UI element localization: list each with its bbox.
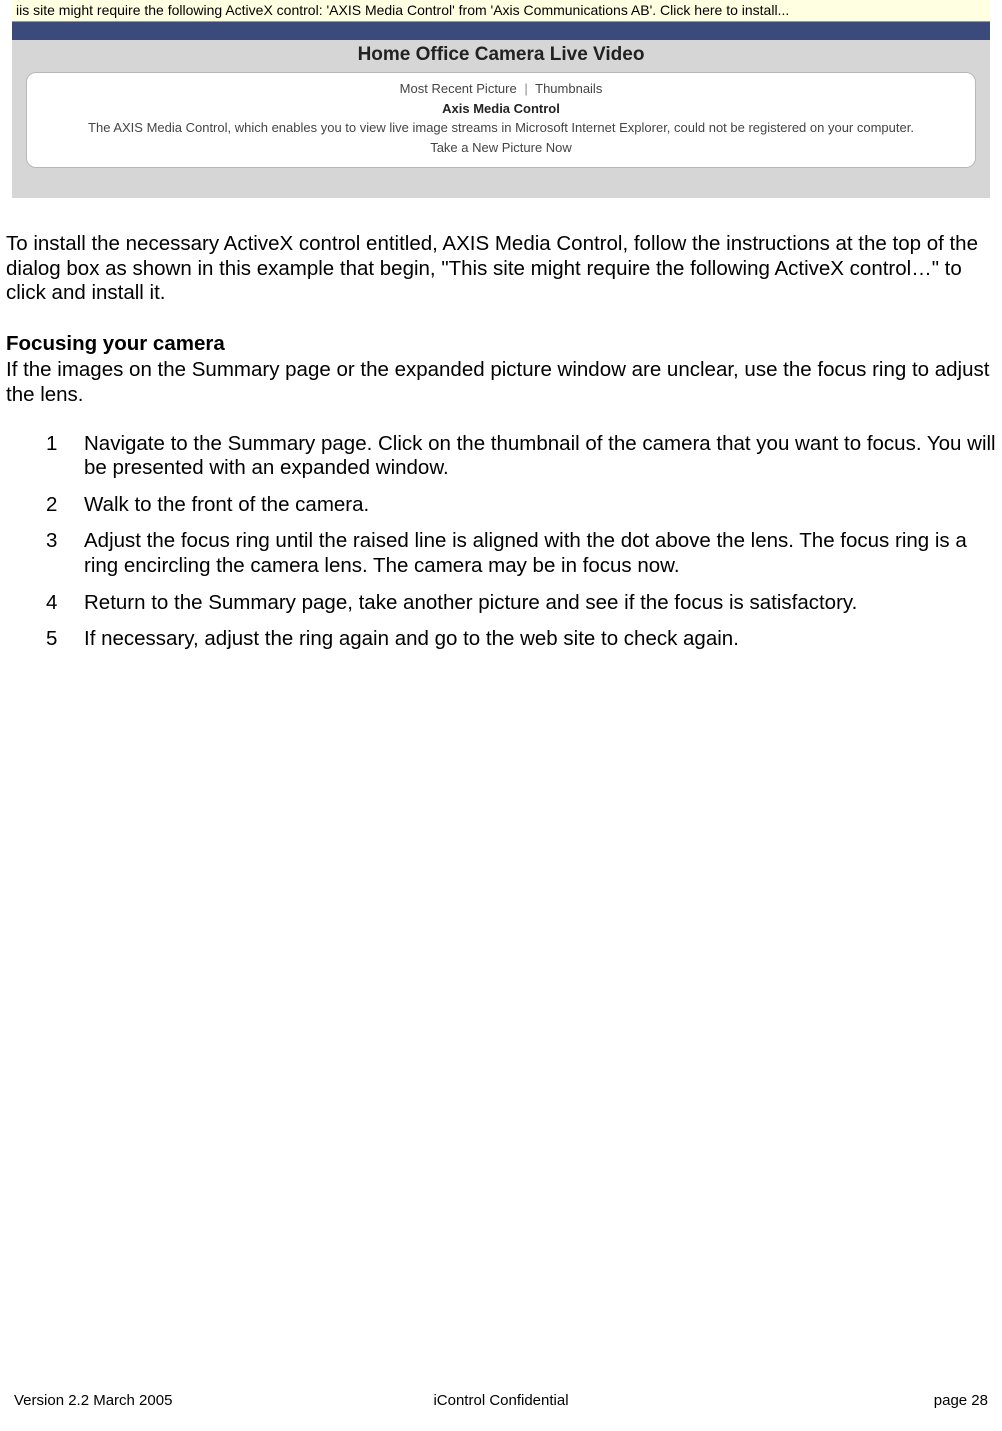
error-message: The AXIS Media Control, which enables yo… [47,118,955,138]
step-text: If necessary, adjust the ring again and … [84,627,996,652]
page-footer: Version 2.2 March 2005 iControl Confiden… [0,1392,1002,1409]
embedded-screenshot: iis site might require the following Act… [12,0,990,198]
document-body: To install the necessary ActiveX control… [0,198,1002,652]
list-item: 5 If necessary, adjust the ring again an… [46,627,996,652]
step-number: 4 [46,591,84,616]
section-intro: If the images on the Summary page or the… [6,358,996,407]
video-panel: Most Recent Picture | Thumbnails Axis Me… [26,72,976,168]
step-number: 5 [46,627,84,652]
page-title: Home Office Camera Live Video [358,44,645,65]
section-heading: Focusing your camera [6,332,996,357]
install-paragraph: To install the necessary ActiveX control… [6,232,996,306]
step-text: Adjust the focus ring until the raised l… [84,529,996,578]
footer-version: Version 2.2 March 2005 [14,1392,172,1409]
step-text: Walk to the front of the camera. [84,493,996,518]
separator: | [520,81,531,96]
axis-media-control-heading: Axis Media Control [47,99,955,119]
title-bar: Home Office Camera Live Video [12,40,990,72]
most-recent-picture-link[interactable]: Most Recent Picture [400,81,517,96]
list-item: 4 Return to the Summary page, take anoth… [46,591,996,616]
step-number: 2 [46,493,84,518]
footer-confidential: iControl Confidential [433,1392,568,1409]
take-picture-link[interactable]: Take a New Picture Now [47,138,955,158]
list-item: 1 Navigate to the Summary page. Click on… [46,432,996,481]
step-number: 3 [46,529,84,578]
app-header-bar [12,22,990,40]
step-text: Return to the Summary page, take another… [84,591,996,616]
footer-page-number: page 28 [934,1392,988,1409]
activex-infobar[interactable]: iis site might require the following Act… [12,0,990,22]
list-item: 2 Walk to the front of the camera. [46,493,996,518]
step-number: 1 [46,432,84,481]
list-item: 3 Adjust the focus ring until the raised… [46,529,996,578]
thumbnails-link[interactable]: Thumbnails [535,81,602,96]
steps-list: 1 Navigate to the Summary page. Click on… [6,432,996,652]
step-text: Navigate to the Summary page. Click on t… [84,432,996,481]
